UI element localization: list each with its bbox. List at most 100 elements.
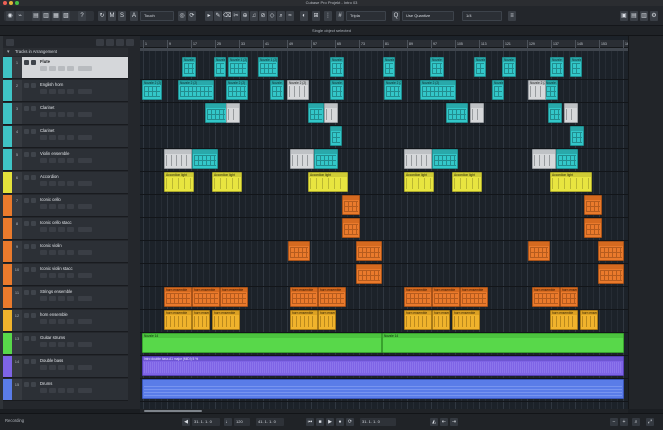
track-settings-icon[interactable] bbox=[116, 39, 124, 46]
edit-instrument-button[interactable] bbox=[78, 365, 92, 370]
read-automation-button[interactable] bbox=[58, 296, 65, 301]
solo-button[interactable] bbox=[49, 158, 56, 163]
event-part[interactable]: Nozzle 2 (2) bbox=[330, 80, 344, 100]
event-part[interactable] bbox=[192, 149, 218, 169]
solo-button[interactable] bbox=[49, 250, 56, 255]
track-row[interactable]: 3 Clarinet bbox=[3, 103, 128, 125]
read-automation-button[interactable] bbox=[58, 273, 65, 278]
event-part[interactable] bbox=[308, 103, 324, 123]
track-options-icon[interactable] bbox=[126, 39, 134, 46]
solo-button[interactable] bbox=[49, 342, 56, 347]
record-enable-icon[interactable] bbox=[24, 382, 29, 387]
event-part[interactable]: horn ensemble bbox=[404, 287, 432, 307]
event-part[interactable]: horn ensemble bbox=[550, 310, 578, 330]
glue-tool-icon[interactable]: ⊕ bbox=[241, 11, 249, 21]
event-part[interactable]: horn ensemble bbox=[560, 287, 578, 307]
event-part[interactable]: Nozzle 1 (2) bbox=[550, 57, 564, 77]
cycle-transport-icon[interactable]: ⟳ bbox=[346, 418, 354, 426]
solo-button[interactable] bbox=[49, 296, 56, 301]
event-part[interactable]: Nozzle 2 (2) bbox=[226, 80, 248, 100]
autoscroll-icon[interactable]: ↻ bbox=[98, 11, 106, 21]
monitor-icon[interactable] bbox=[31, 152, 36, 157]
write-automation-button[interactable] bbox=[67, 388, 74, 393]
event-part[interactable]: Nozzle 2 (2) bbox=[420, 80, 456, 100]
track-name[interactable]: Accordion bbox=[40, 174, 59, 179]
record-enable-icon[interactable] bbox=[24, 221, 29, 226]
track-row[interactable]: 2 English horn bbox=[3, 80, 128, 102]
event-part[interactable]: Nozzle 1 (2) bbox=[383, 57, 395, 77]
solo-button[interactable] bbox=[49, 365, 56, 370]
write-automation-button[interactable] bbox=[67, 365, 74, 370]
edit-instrument-button[interactable] bbox=[78, 296, 92, 301]
event-part[interactable] bbox=[598, 241, 624, 261]
edit-instrument-button[interactable] bbox=[78, 273, 92, 278]
track-visibility-icon[interactable] bbox=[96, 39, 104, 46]
read-automation-button[interactable] bbox=[58, 204, 65, 209]
event-part[interactable] bbox=[598, 264, 624, 284]
write-automation-button[interactable] bbox=[67, 342, 74, 347]
solo-button[interactable] bbox=[49, 181, 56, 186]
event-part[interactable] bbox=[584, 195, 602, 215]
track-name[interactable]: English horn bbox=[40, 82, 63, 87]
track-name[interactable]: Clarinet bbox=[40, 128, 54, 133]
event-part[interactable] bbox=[164, 149, 192, 169]
track-row[interactable]: 1 Flute bbox=[3, 57, 128, 79]
add-track-icon[interactable] bbox=[6, 39, 14, 46]
event-part[interactable] bbox=[342, 195, 360, 215]
record-enable-icon[interactable] bbox=[24, 60, 29, 65]
edit-instrument-button[interactable] bbox=[78, 135, 92, 140]
monitor-icon[interactable] bbox=[31, 60, 36, 65]
write-automation-button[interactable] bbox=[67, 273, 74, 278]
snap-toggle-icon[interactable]: ⊞ bbox=[312, 11, 320, 21]
quantize-value-select[interactable]: 1/4 bbox=[462, 11, 502, 21]
punch-out-icon[interactable]: ⇥ bbox=[450, 418, 458, 426]
fit-icon[interactable]: ⤢ bbox=[646, 418, 654, 426]
monitor-icon[interactable] bbox=[31, 198, 36, 203]
edit-instrument-button[interactable] bbox=[78, 227, 92, 232]
track-name[interactable]: Strings ensemble bbox=[40, 289, 72, 294]
track-name[interactable]: Clarinet bbox=[40, 105, 54, 110]
solo-button[interactable] bbox=[49, 388, 56, 393]
event-part[interactable] bbox=[330, 126, 342, 146]
track-row[interactable]: 5 Violin ensemble bbox=[3, 149, 128, 171]
track-name[interactable]: Flute bbox=[40, 59, 50, 64]
mute-button[interactable] bbox=[40, 227, 47, 232]
automation-mode-icon[interactable]: A bbox=[130, 11, 138, 21]
event-part[interactable]: Nozzle 2 (2) bbox=[528, 80, 546, 100]
monitor-icon[interactable] bbox=[31, 83, 36, 88]
media-bay-icon[interactable]: ▤ bbox=[630, 11, 638, 21]
write-automation-button[interactable] bbox=[67, 319, 74, 324]
event-part[interactable] bbox=[432, 149, 458, 169]
event-part[interactable]: Accordion light bbox=[452, 172, 482, 192]
event-part[interactable]: horn ensemble bbox=[192, 287, 220, 307]
solo-icon[interactable]: S bbox=[118, 11, 126, 21]
event-part[interactable]: Nozzle 1 (2) bbox=[474, 57, 486, 77]
edit-instrument-button[interactable] bbox=[78, 181, 92, 186]
event-part[interactable]: horn ensemble bbox=[580, 310, 598, 330]
mute-button[interactable] bbox=[40, 181, 47, 186]
event-part[interactable]: horn ensemble bbox=[532, 287, 560, 307]
event-part[interactable]: horn ensemble bbox=[404, 310, 432, 330]
inspector-toggle-icon[interactable]: ▥ bbox=[42, 11, 50, 21]
read-automation-button[interactable] bbox=[58, 66, 65, 71]
record-icon[interactable]: ● bbox=[336, 418, 344, 426]
metronome-icon[interactable]: ◭ bbox=[430, 418, 438, 426]
event-part[interactable]: Nozzle 1 (2) bbox=[502, 57, 516, 77]
edit-instrument-button[interactable] bbox=[78, 204, 92, 209]
mute-button[interactable] bbox=[40, 296, 47, 301]
track-name[interactable]: Violin ensemble bbox=[40, 151, 70, 156]
event-part[interactable]: horn ensemble bbox=[290, 310, 318, 330]
record-enable-icon[interactable] bbox=[24, 129, 29, 134]
edit-instrument-button[interactable] bbox=[78, 112, 92, 117]
track-row[interactable]: 7 Iconic cello bbox=[3, 195, 128, 217]
monitor-icon[interactable] bbox=[31, 290, 36, 295]
monitor-icon[interactable] bbox=[31, 106, 36, 111]
split-tool-icon[interactable]: ✂ bbox=[232, 11, 240, 21]
horizontal-scroll-thumb[interactable] bbox=[144, 410, 202, 412]
track-name[interactable]: Drums bbox=[40, 381, 52, 386]
mute-button[interactable] bbox=[40, 89, 47, 94]
record-enable-icon[interactable] bbox=[24, 336, 29, 341]
event-part[interactable]: Nozzle 2 (2) bbox=[544, 80, 558, 100]
left-locator-field[interactable]: 31. 1. 1. 0 bbox=[192, 418, 220, 426]
read-automation-button[interactable] bbox=[58, 158, 65, 163]
